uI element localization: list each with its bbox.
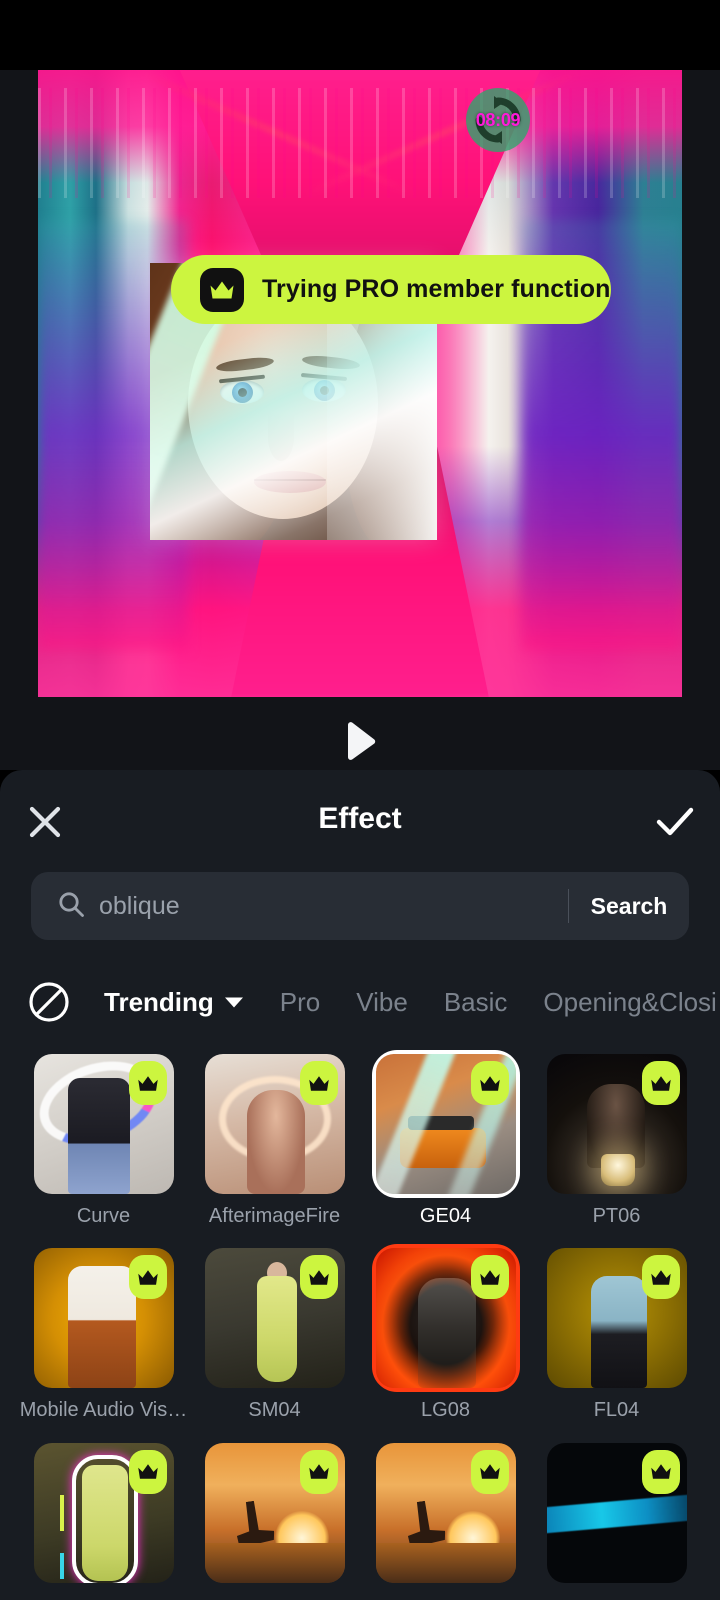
effect-item[interactable] [18,1431,189,1600]
effect-thumbnail[interactable] [33,1054,174,1194]
tab-trending[interactable]: Trending [104,987,244,1018]
effect-item[interactable]: PT06 [531,1042,702,1236]
crown-icon [200,267,244,312]
effect-thumbnail[interactable] [546,1248,687,1389]
app-root: Trying PRO member function 08:09 Effect … [0,0,720,1600]
loop-timer-badge: 08:09 [466,88,530,152]
effect-thumbnail[interactable] [33,1248,174,1389]
tab-label: Trending [104,986,214,1017]
effect-item[interactable]: SM04 [189,1236,360,1430]
search-button[interactable]: Search [569,893,689,920]
confirm-button[interactable] [648,796,702,848]
panel-header: Effect [0,770,720,870]
pro-crown-badge [299,1449,338,1494]
effect-item[interactable] [531,1431,702,1600]
status-bar-area [0,0,720,70]
effect-label: LG08 [421,1399,470,1422]
pro-crown-badge [470,1449,509,1494]
effect-item[interactable]: LG08 [360,1236,531,1430]
pro-crown-badge [641,1449,680,1494]
effect-label: Mobile Audio Vis… [19,1399,188,1422]
search-box[interactable]: Search [31,872,689,940]
effect-label: AfterimageFire [208,1205,341,1227]
effect-thumbnail[interactable] [204,1248,345,1389]
effect-label: SM04 [248,1399,301,1422]
effects-grid: Curve AfterimageFire GE04 PT06 Mobile Audio … [0,1042,720,1600]
tab-basic[interactable]: Basic [444,987,508,1018]
effect-panel: Effect Search [0,770,720,1600]
pro-crown-badge [641,1061,680,1105]
tab-opening-closing[interactable]: Opening&Closi [543,987,716,1018]
tab-vibe[interactable]: Vibe [356,987,408,1018]
pro-crown-badge [299,1061,338,1105]
no-effect-icon [29,982,69,1022]
search-icon [57,890,85,923]
effect-thumbnail[interactable] [375,1054,516,1194]
effect-thumbnail[interactable] [33,1442,174,1583]
no-effect-button[interactable] [26,979,72,1025]
search-row: Search [31,872,689,940]
effect-thumbnail[interactable] [204,1442,345,1583]
pro-crown-badge [128,1061,167,1105]
effect-item[interactable]: Curve [18,1042,189,1236]
category-tab-bar: Trending Pro Vibe Basic Opening&Closi [0,966,720,1038]
pro-crown-badge [128,1255,167,1300]
pro-member-banner: Trying PRO member function [171,255,611,324]
effect-item[interactable] [189,1431,360,1600]
effect-thumbnail[interactable] [375,1442,516,1583]
pro-crown-badge [128,1449,167,1494]
effect-label: Curve [76,1205,131,1227]
pro-crown-badge [641,1255,680,1300]
play-icon [348,722,376,760]
check-icon [656,807,694,836]
glitch-stripes [38,88,682,198]
effect-thumbnail[interactable] [546,1054,687,1194]
search-input[interactable] [99,891,568,921]
play-button[interactable] [338,718,382,764]
page-title: Effect [318,802,402,835]
pro-crown-badge [470,1255,509,1300]
video-frame[interactable]: Trying PRO member function 08:09 [38,70,682,697]
tab-pro[interactable]: Pro [280,987,320,1018]
chevron-down-icon [224,997,243,1007]
effect-thumbnail[interactable] [204,1054,345,1194]
video-preview-stage[interactable]: Trying PRO member function 08:09 [0,70,720,770]
effect-label: GE04 [419,1205,472,1227]
effect-thumbnail[interactable] [546,1442,687,1583]
effect-item[interactable]: GE04 [360,1042,531,1236]
timer-text: 08:09 [475,109,521,130]
effect-label: PT06 [592,1205,641,1227]
effect-item[interactable]: FL04 [531,1236,702,1430]
effect-label: FL04 [593,1399,640,1422]
effect-thumbnail[interactable] [375,1248,516,1389]
effect-item[interactable] [360,1431,531,1600]
effect-item[interactable]: Mobile Audio Vis… [18,1236,189,1430]
pro-banner-text: Trying PRO member function [262,275,611,303]
pro-crown-badge [470,1061,509,1105]
pro-crown-badge [299,1255,338,1300]
effect-item[interactable]: AfterimageFire [189,1042,360,1236]
